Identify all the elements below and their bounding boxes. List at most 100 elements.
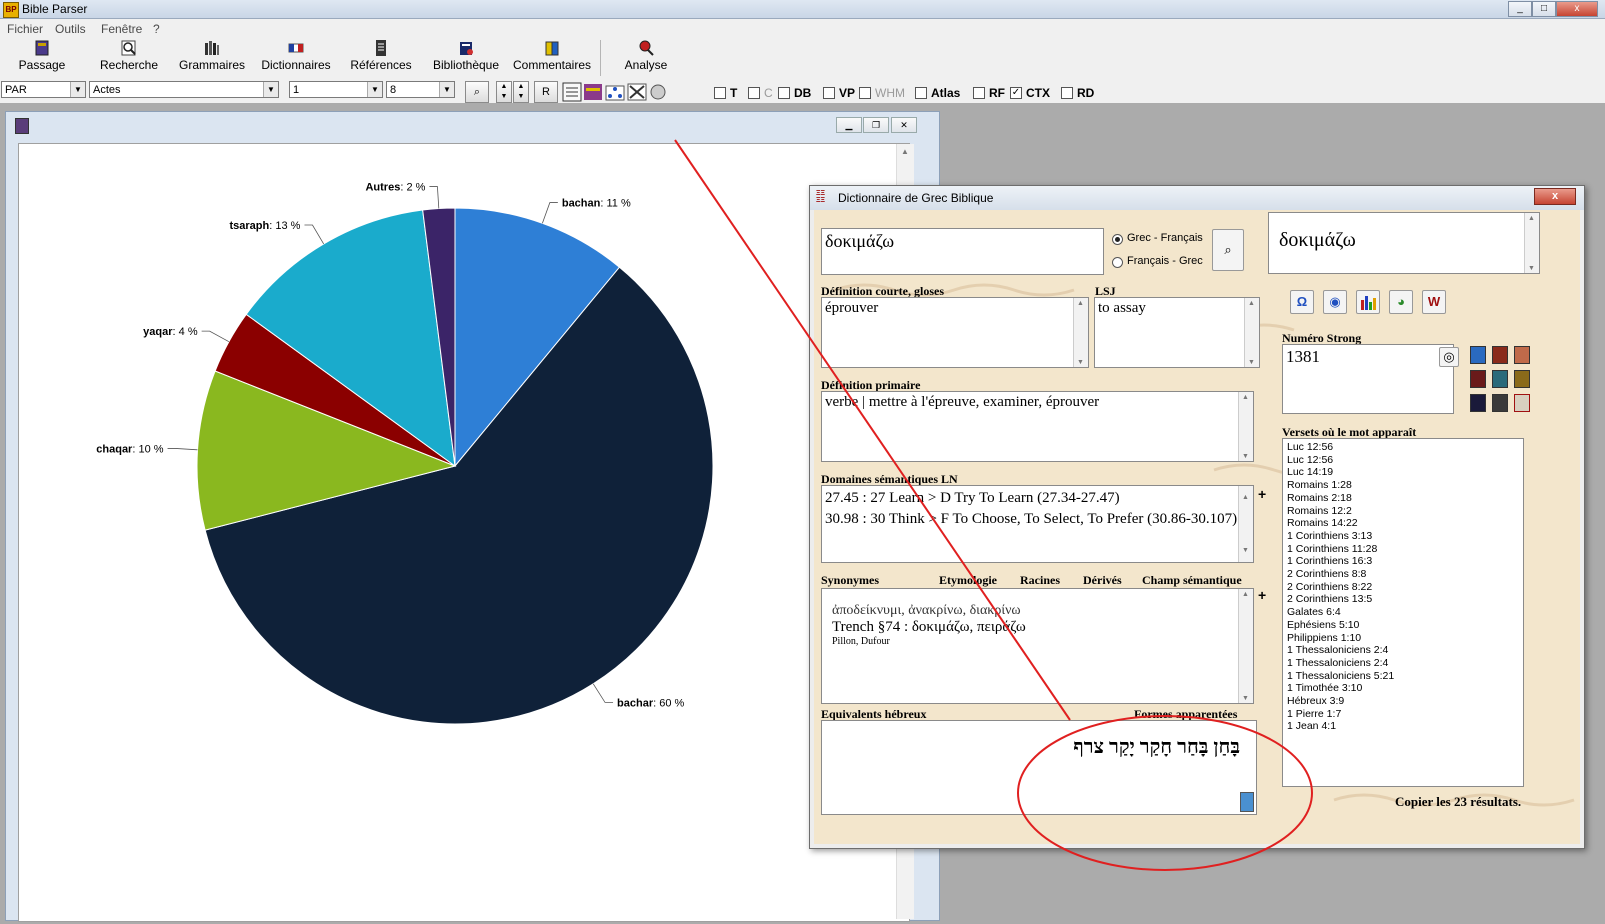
dictionnaires-button[interactable]: Dictionnaires [260, 39, 332, 72]
scrollbar[interactable] [1238, 589, 1253, 703]
checkbox-vp[interactable] [823, 87, 835, 99]
minimize-button[interactable]: ▁ [836, 117, 862, 133]
verse-list-item[interactable]: 2 Corinthiens 8:8 [1287, 568, 1519, 581]
minimize-button[interactable]: _ [1508, 1, 1532, 17]
scrollbar[interactable] [1073, 298, 1088, 367]
verse-list-item[interactable]: 1 Jean 4:1 [1287, 720, 1519, 733]
book-select[interactable]: Actes ▼ [89, 81, 279, 98]
version-select[interactable]: PAR ▼ [1, 81, 86, 98]
book-icon[interactable] [1514, 370, 1530, 388]
scrollbar[interactable] [1524, 213, 1539, 273]
lookup-button[interactable]: ⌕ [1212, 229, 1244, 271]
wiki-button[interactable]: W [1422, 290, 1446, 314]
analyse-button[interactable]: Analyse [615, 39, 677, 72]
references-button[interactable]: Références [350, 39, 412, 72]
book-icon[interactable] [1514, 346, 1530, 364]
verse-list-item[interactable]: 2 Corinthiens 13:5 [1287, 593, 1519, 606]
up-down-spinner[interactable]: ▲ ▼ [496, 81, 512, 103]
checkbox-c[interactable] [748, 87, 760, 99]
checkbox-whm[interactable] [859, 87, 871, 99]
verse-list-item[interactable]: Romains 12:2 [1287, 505, 1519, 518]
dialog-close-button[interactable]: x [1534, 188, 1576, 205]
globe-search-button[interactable]: ◉ [1323, 290, 1347, 314]
verse-list-item[interactable]: Philippiens 1:10 [1287, 632, 1519, 645]
strong-field[interactable]: 1381 [1282, 344, 1454, 414]
verse-list-item[interactable]: 1 Thessaloniciens 5:21 [1287, 670, 1519, 683]
verse-list-item[interactable]: 2 Corinthiens 8:22 [1287, 581, 1519, 594]
hebrew-field[interactable]: בָּחַן בָּחַר חָקַר יָקַר צרף [821, 720, 1257, 815]
primary-def-field[interactable]: verbe | mettre à l'épreuve, examiner, ép… [821, 391, 1254, 462]
commentaires-button[interactable]: Commentaires [512, 39, 592, 72]
verse-list-item[interactable]: Romains 1:28 [1287, 479, 1519, 492]
verse-list-item[interactable]: Romains 2:18 [1287, 492, 1519, 505]
close-button[interactable]: x [1556, 1, 1598, 17]
book-icon[interactable] [1492, 394, 1508, 412]
verse-list-item[interactable]: Luc 14:19 [1287, 466, 1519, 479]
verse-list-item[interactable]: Romains 14:22 [1287, 517, 1519, 530]
tab-derives[interactable]: Dérivés [1083, 573, 1122, 588]
omega-button[interactable]: Ω [1290, 290, 1314, 314]
greek-french-radio[interactable] [1112, 234, 1123, 245]
verse-list-item[interactable]: 1 Pierre 1:7 [1287, 708, 1519, 721]
verse-list-item[interactable]: 1 Corinthiens 16:3 [1287, 555, 1519, 568]
checkbox-ctx[interactable]: ✓ [1010, 87, 1022, 99]
checkbox-atlas[interactable] [915, 87, 927, 99]
verse-list-item[interactable]: Ephésiens 5:10 [1287, 619, 1519, 632]
book-icon[interactable] [1470, 370, 1486, 388]
scrollbar[interactable] [1244, 298, 1259, 367]
scrollbar[interactable] [1238, 486, 1253, 562]
verse-list-item[interactable]: 1 Thessaloniciens 2:4 [1287, 657, 1519, 670]
menu-outils[interactable]: Outils [55, 22, 86, 36]
verse-list-item[interactable]: Luc 12:56 [1287, 441, 1519, 454]
checkbox-db[interactable] [778, 87, 790, 99]
verse-list-item[interactable]: 1 Corinthiens 3:13 [1287, 530, 1519, 543]
verse-list-item[interactable]: Galates 6:4 [1287, 606, 1519, 619]
checkbox-rd[interactable] [1061, 87, 1073, 99]
zoom-search-button[interactable]: ⌕ [465, 81, 489, 103]
audio-button[interactable]: ◎ [1439, 347, 1459, 367]
close-button[interactable]: ✕ [891, 117, 917, 133]
verse-list-item[interactable]: 1 Timothée 3:10 [1287, 682, 1519, 695]
add-synonym-button[interactable]: + [1258, 587, 1266, 603]
scrollbar[interactable] [1238, 392, 1253, 461]
tab-champ-semantique[interactable]: Champ sémantique [1142, 573, 1242, 588]
verse-list-item[interactable]: 1 Corinthiens 11:28 [1287, 543, 1519, 556]
bibliotheque-button[interactable]: Bibliothèque [430, 39, 502, 72]
maximize-button[interactable]: □ [1532, 1, 1556, 17]
grammaires-button[interactable]: Grammaires [177, 39, 247, 72]
headphones-icon[interactable] [1514, 394, 1530, 412]
book-icon[interactable] [1470, 346, 1486, 364]
synonyms-field[interactable]: ἀποδείκνυμι, ἀνακρίνω, διακρίνω Trench §… [821, 588, 1254, 704]
french-greek-radio[interactable] [1112, 257, 1123, 268]
recherche-button[interactable]: Recherche [96, 39, 162, 72]
tab-etymologie[interactable]: Etymologie [939, 573, 997, 588]
tab-racines[interactable]: Racines [1020, 573, 1060, 588]
stats-button[interactable] [1356, 290, 1380, 314]
add-domain-button[interactable]: + [1258, 486, 1266, 502]
passage-button[interactable]: Passage [18, 39, 66, 72]
restore-button[interactable]: ❐ [863, 117, 889, 133]
menu-fichier[interactable]: Fichier [7, 22, 43, 36]
copy-results-link[interactable]: Copier les 23 résultats. [1395, 794, 1521, 810]
book-icon[interactable] [1492, 346, 1508, 364]
phone-icon[interactable] [1240, 792, 1254, 812]
short-def-field[interactable]: éprouver [821, 297, 1089, 368]
domains-field[interactable]: 27.45 : 27 Learn > D Try To Learn (27.34… [821, 485, 1254, 563]
r-button[interactable]: R [534, 81, 558, 103]
verse-select[interactable]: 8 ▼ [386, 81, 455, 98]
book-icon[interactable] [1492, 370, 1508, 388]
verse-list-item[interactable]: 1 Thessaloniciens 2:4 [1287, 644, 1519, 657]
verse-list-item[interactable]: Hébreux 3:9 [1287, 695, 1519, 708]
search-input[interactable]: δοκιμάζω [821, 228, 1104, 275]
menu-fenetre[interactable]: Fenêtre [101, 22, 142, 36]
chapter-select[interactable]: 1 ▼ [289, 81, 383, 98]
checkbox-t[interactable] [714, 87, 726, 99]
verse-list-item[interactable]: Luc 12:56 [1287, 454, 1519, 467]
world-button[interactable]: ◕ [1389, 290, 1413, 314]
lsj-field[interactable]: to assay [1094, 297, 1260, 368]
checkbox-rf[interactable] [973, 87, 985, 99]
book-icon[interactable] [1470, 394, 1486, 412]
up-down-spinner-2[interactable]: ▲ ▼ [513, 81, 529, 103]
menu-help[interactable]: ? [153, 22, 160, 36]
tab-synonymes[interactable]: Synonymes [821, 573, 879, 588]
